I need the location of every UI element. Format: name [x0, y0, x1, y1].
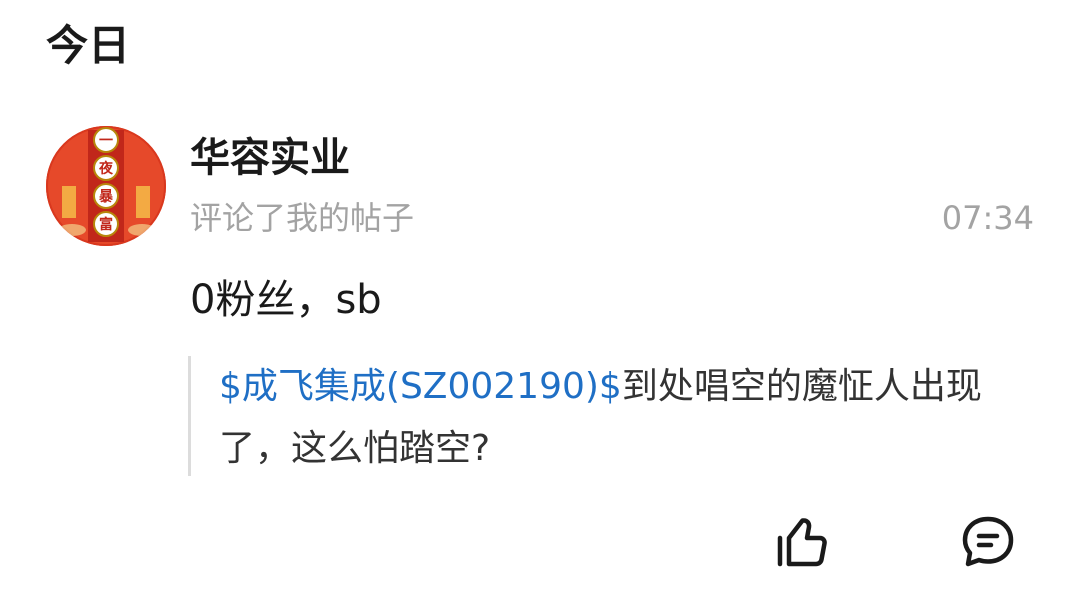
reply-button[interactable] [958, 512, 1018, 572]
quoted-post[interactable]: $成飞集成(SZ002190)$到处唱空的魔怔人出现了，这么怕踏空? [188, 356, 1038, 476]
avatar-image: 一 夜 暴 富 [46, 126, 166, 246]
stock-link[interactable]: $成飞集成(SZ002190)$ [219, 366, 622, 407]
comment-bubble-icon [962, 516, 1014, 567]
avatar-char-1: 一 [99, 133, 113, 149]
username[interactable]: 华容实业 [190, 130, 350, 186]
user-avatar[interactable]: 一 夜 暴 富 [46, 126, 166, 246]
avatar-char-4: 富 [99, 216, 113, 233]
avatar-char-3: 暴 [98, 189, 114, 205]
timestamp: 07:34 [941, 199, 1034, 237]
comment-text[interactable]: 0粉丝，sb [190, 272, 382, 328]
section-header-today: 今日 [46, 21, 131, 70]
like-button[interactable] [772, 512, 832, 572]
avatar-char-2: 夜 [98, 160, 114, 177]
notification-action: 评论了我的帖子 [190, 199, 415, 237]
thumbs-up-icon [777, 518, 827, 567]
notifications-page: 今日 一 夜 暴 富 华容实业 评论了我的帖子 07:34 0粉丝，sb $成飞… [0, 0, 1080, 608]
